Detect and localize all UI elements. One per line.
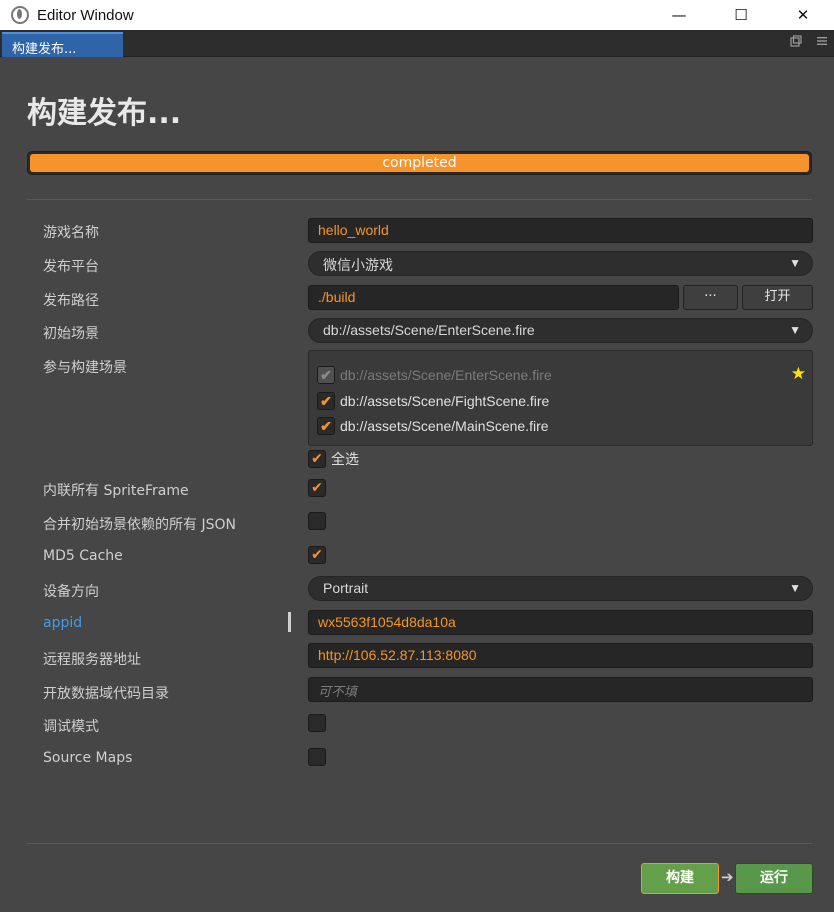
chevron-down-icon: ▼ [789, 256, 801, 270]
close-button[interactable]: ✕ [772, 0, 834, 30]
panel-tabbar: 构建发布... [0, 30, 834, 57]
star-icon: ★ [790, 364, 806, 384]
scene-checkbox[interactable]: ✔ [317, 417, 335, 435]
platform-label: 发布平台 [43, 259, 99, 275]
scene-checkbox[interactable]: ✔ [317, 392, 335, 410]
window-titlebar: Editor Window — ☐ ✕ [0, 0, 834, 30]
source-maps-checkbox[interactable] [308, 748, 326, 766]
scene-checkbox: ✔ [317, 366, 335, 384]
build-scenes-list: ✔ db://assets/Scene/EnterScene.fire ✔ db… [308, 350, 813, 446]
tab-tools [790, 35, 828, 47]
debug-mode-label: 调试模式 [43, 719, 99, 735]
orientation-label: 设备方向 [43, 584, 99, 600]
md5-cache-label: MD5 Cache [43, 548, 123, 564]
orientation-select-value: Portrait [323, 580, 369, 596]
remote-server-input[interactable]: http://106.52.87.113:8080 [308, 643, 813, 668]
scene-path: db://assets/Scene/MainScene.fire [340, 418, 549, 434]
page-title: 构建发布... [27, 96, 182, 131]
minimize-button[interactable]: — [648, 0, 710, 30]
start-scene-label: 初始场景 [43, 326, 99, 342]
chevron-down-icon: ▼ [789, 581, 801, 595]
build-path-label: 发布路径 [43, 293, 99, 309]
scene-path: db://assets/Scene/EnterScene.fire [340, 367, 552, 383]
popout-icon[interactable] [790, 35, 802, 47]
open-data-dir-input[interactable]: 可不填 [308, 677, 813, 702]
run-button[interactable]: 运行 [735, 863, 813, 894]
menu-icon[interactable] [816, 35, 828, 47]
scene-path: db://assets/Scene/FightScene.fire [340, 393, 550, 409]
game-name-input[interactable]: hello_world [308, 218, 813, 243]
md5-cache-checkbox[interactable]: ✔ [308, 546, 326, 564]
appid-label: appid [43, 615, 83, 631]
window-controls: — ☐ ✕ [648, 0, 834, 30]
focus-marker [288, 612, 291, 632]
select-all-toggle[interactable]: ✔ 全选 [308, 449, 359, 469]
appid-input[interactable]: wx5563f1054d8da10a [308, 610, 813, 635]
game-name-label: 游戏名称 [43, 225, 99, 241]
start-scene-select-value: db://assets/Scene/EnterScene.fire [323, 322, 535, 338]
select-all-checkbox[interactable]: ✔ [308, 450, 326, 468]
build-scenes-label: 参与构建场景 [43, 360, 127, 376]
open-data-dir-label: 开放数据域代码目录 [43, 686, 169, 702]
platform-select[interactable]: 微信小游戏 ▼ [308, 251, 813, 276]
arrow-right-icon: ➔ [721, 868, 734, 886]
debug-mode-checkbox[interactable] [308, 714, 326, 732]
build-progress-bar: completed [27, 151, 812, 175]
list-item: ✔ db://assets/Scene/EnterScene.fire [317, 365, 552, 385]
remote-server-label: 远程服务器地址 [43, 652, 141, 668]
maximize-button[interactable]: ☐ [710, 0, 772, 30]
inline-spriteframe-label: 内联所有 SpriteFrame [43, 483, 189, 499]
app-logo-icon [11, 6, 29, 24]
build-button[interactable]: 构建 [641, 863, 719, 894]
divider-top [27, 199, 812, 200]
progress-status-text: completed [382, 155, 457, 171]
orientation-select[interactable]: Portrait ▼ [308, 576, 813, 601]
start-scene-select[interactable]: db://assets/Scene/EnterScene.fire ▼ [308, 318, 813, 343]
source-maps-label: Source Maps [43, 750, 133, 766]
open-path-button[interactable]: 打开 [742, 285, 813, 310]
inline-spriteframe-checkbox[interactable]: ✔ [308, 479, 326, 497]
tab-build[interactable]: 构建发布... [2, 32, 123, 57]
list-item: ✔ db://assets/Scene/MainScene.fire [317, 416, 549, 436]
chevron-down-icon: ▼ [789, 323, 801, 337]
select-all-label: 全选 [331, 452, 359, 468]
platform-select-value: 微信小游戏 [323, 257, 393, 273]
build-path-input[interactable]: ./build [308, 285, 679, 310]
divider-bottom [27, 843, 812, 844]
list-item: ✔ db://assets/Scene/FightScene.fire [317, 391, 549, 411]
merge-json-checkbox[interactable] [308, 512, 326, 530]
merge-json-label: 合并初始场景依赖的所有 JSON [43, 517, 236, 533]
browse-path-button[interactable]: ··· [683, 285, 738, 310]
window-title: Editor Window [37, 6, 134, 24]
